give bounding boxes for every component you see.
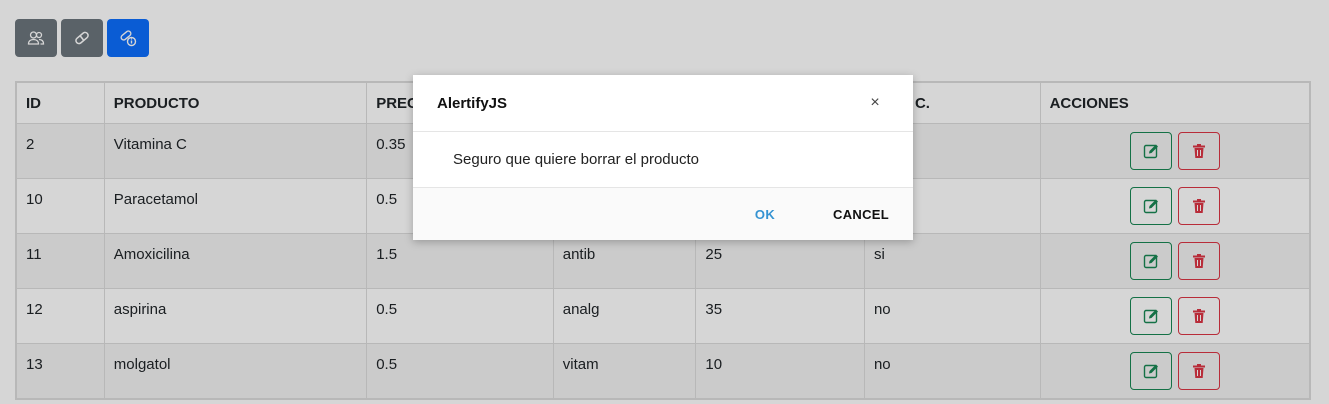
dialog-message: Seguro que quiere borrar el producto (453, 151, 699, 168)
dialog-header: AlertifyJS × (413, 75, 913, 132)
ok-button[interactable]: OK (755, 207, 775, 222)
dialog-title: AlertifyJS (437, 94, 508, 112)
cancel-button[interactable]: CANCEL (833, 207, 889, 222)
close-icon[interactable]: × (865, 94, 885, 112)
dialog-body: Seguro que quiere borrar el producto (413, 132, 913, 188)
dialog-footer: OK CANCEL (413, 188, 913, 240)
confirm-dialog: AlertifyJS × Seguro que quiere borrar el… (413, 75, 913, 240)
